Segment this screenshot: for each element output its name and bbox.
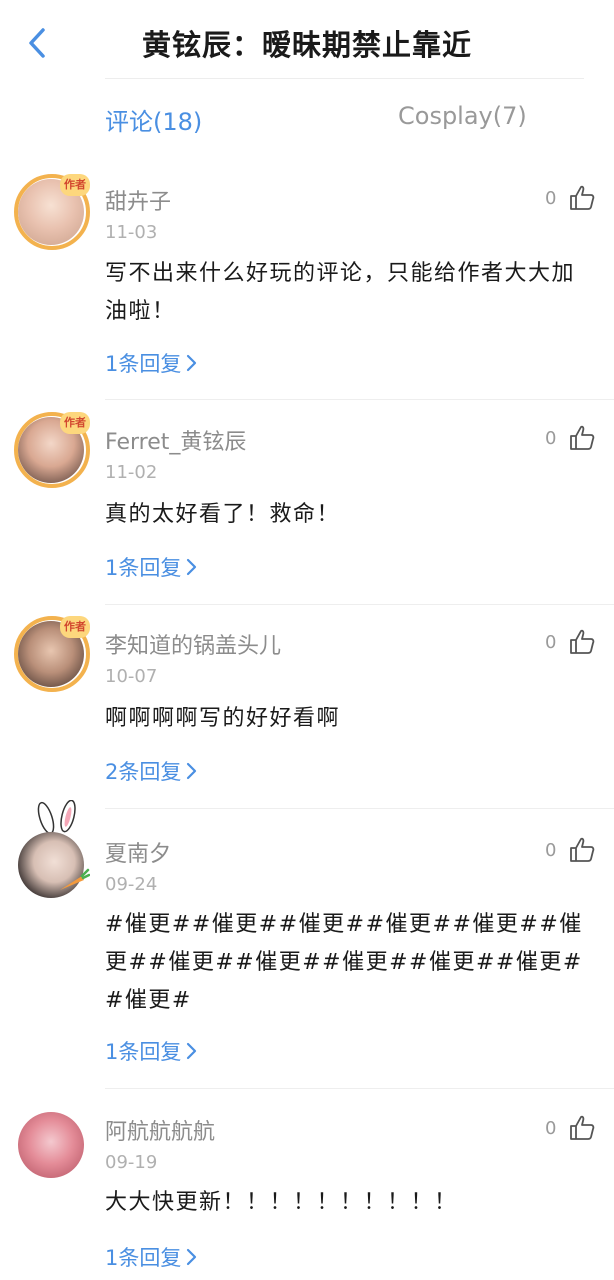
thumbs-up-icon[interactable]: [568, 628, 596, 656]
comment-date: 11-03: [105, 222, 158, 243]
header-divider: [105, 78, 584, 79]
username[interactable]: 夏南夕: [105, 836, 171, 868]
divider: [105, 399, 614, 400]
reply-count: 1条回复: [105, 1246, 182, 1270]
author-badge: 作者: [60, 616, 90, 638]
like-count: 0: [545, 840, 557, 861]
thumbs-up-icon[interactable]: [568, 424, 596, 452]
comment-date: 09-19: [105, 1152, 158, 1173]
reply-count: 1条回复: [105, 556, 182, 580]
like-count: 0: [545, 632, 557, 653]
tab-comments[interactable]: 评论(18): [105, 102, 202, 137]
bunny-ears-decoration: [37, 800, 76, 834]
username[interactable]: 李知道的锅盖头儿: [105, 628, 281, 660]
like-count: 0: [545, 428, 557, 449]
chevron-right-icon: [187, 558, 197, 576]
author-badge: 作者: [60, 174, 90, 196]
view-replies-link[interactable]: 2条回复: [105, 756, 197, 786]
chevron-right-icon: [187, 1042, 197, 1060]
top-bar: 黄铉辰：暧昧期禁止靠近: [0, 0, 614, 80]
thumbs-up-icon[interactable]: [568, 184, 596, 212]
view-replies-link[interactable]: 1条回复: [105, 1036, 197, 1066]
view-replies-link[interactable]: 1条回复: [105, 552, 197, 582]
comment-text: #催更##催更##催更##催更##催更##催更##催更##催更##催更##催更#…: [105, 912, 583, 1013]
comment-text: 大大快更新！！！！！！！！！！: [105, 1190, 458, 1215]
view-replies-link[interactable]: 1条回复: [105, 348, 197, 378]
divider: [105, 1088, 614, 1089]
like-count: 0: [545, 1118, 557, 1139]
comment-date: 09-24: [105, 874, 158, 895]
reply-count: 1条回复: [105, 352, 182, 376]
like-count: 0: [545, 188, 557, 209]
comment-date: 10-07: [105, 666, 158, 687]
username[interactable]: 阿航航航航: [105, 1114, 215, 1146]
username[interactable]: Ferret_黄铉辰: [105, 424, 246, 456]
carrot-decoration: [60, 868, 90, 890]
chevron-right-icon: [187, 762, 197, 780]
author-badge: 作者: [60, 412, 90, 434]
divider: [105, 604, 614, 605]
divider: [105, 808, 614, 809]
tab-cosplay[interactable]: Cosplay(7): [398, 102, 527, 130]
thumbs-up-icon[interactable]: [568, 1114, 596, 1142]
tab-bar: 评论(18) Cosplay(7): [0, 80, 614, 158]
reply-count: 2条回复: [105, 760, 182, 784]
view-replies-link[interactable]: 1条回复: [105, 1242, 197, 1272]
chevron-right-icon: [187, 1248, 197, 1266]
page-title: 黄铉辰：暧昧期禁止靠近: [141, 28, 472, 62]
avatar[interactable]: [18, 1112, 84, 1178]
reply-count: 1条回复: [105, 1040, 182, 1064]
thumbs-up-icon[interactable]: [568, 836, 596, 864]
username[interactable]: 甜卉子: [105, 184, 171, 216]
chevron-right-icon: [187, 354, 197, 372]
comment-text: 啊啊啊啊写的好好看啊: [105, 706, 341, 731]
comment-date: 11-02: [105, 462, 158, 483]
comment-text: 真的太好看了！救命！: [105, 502, 341, 527]
comment-text: 写不出来什么好玩的评论，只能给作者大大加油啦！: [105, 261, 576, 324]
